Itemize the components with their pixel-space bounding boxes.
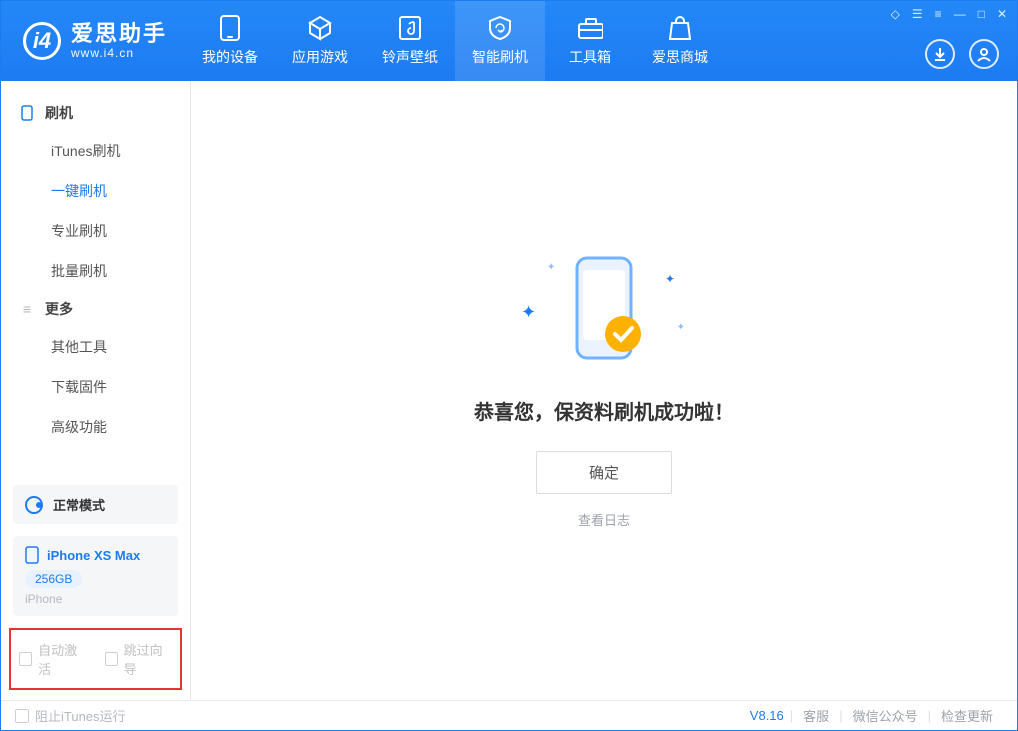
- footer-link-update[interactable]: 检查更新: [931, 706, 1003, 725]
- main-panel: ✦ ✦ ✦ ✦ 恭喜您，保资料刷机成功啦！ 确定 查看日志: [191, 81, 1017, 700]
- footer-link-wechat[interactable]: 微信公众号: [843, 706, 928, 725]
- view-log-link[interactable]: 查看日志: [578, 510, 630, 529]
- device-name-label: iPhone XS Max: [47, 548, 140, 563]
- bag-icon: [667, 15, 693, 41]
- app-url: www.i4.cn: [71, 46, 167, 60]
- tshirt-icon[interactable]: ◇: [891, 7, 900, 21]
- sidebar: 刷机 iTunes刷机 一键刷机 专业刷机 批量刷机 ≡ 更多 其他工具 下载固…: [1, 81, 191, 700]
- tab-smart-flash[interactable]: 智能刷机: [455, 1, 545, 81]
- shield-refresh-icon: [487, 15, 513, 41]
- app-header: i4 爱思助手 www.i4.cn 我的设备 应用游戏 铃声壁纸 智能刷机 工具…: [1, 1, 1017, 81]
- user-button[interactable]: [969, 39, 999, 69]
- success-illustration: ✦ ✦ ✦ ✦: [529, 252, 679, 372]
- music-icon: [397, 15, 423, 41]
- tab-toolbox[interactable]: 工具箱: [545, 1, 635, 81]
- footer-link-support[interactable]: 客服: [793, 706, 839, 725]
- menu-icon[interactable]: ≡: [935, 7, 942, 21]
- device-phone-icon: [25, 546, 39, 564]
- phone-icon: [217, 15, 243, 41]
- minimize-button[interactable]: —: [954, 7, 966, 21]
- sidebar-item-other-tools[interactable]: 其他工具: [1, 327, 190, 367]
- list-icon[interactable]: ☰: [912, 7, 923, 21]
- tab-store[interactable]: 爱思商城: [635, 1, 725, 81]
- toolbox-icon: [577, 15, 603, 41]
- sidebar-item-batch-flash[interactable]: 批量刷机: [1, 251, 190, 291]
- sidebar-item-download-firmware[interactable]: 下载固件: [1, 367, 190, 407]
- success-message: 恭喜您，保资料刷机成功啦！: [474, 396, 734, 425]
- checkbox-block-itunes[interactable]: [15, 709, 29, 723]
- section-more[interactable]: ≡ 更多: [1, 291, 190, 327]
- tab-apps-games[interactable]: 应用游戏: [275, 1, 365, 81]
- phone-small-icon: [19, 105, 35, 121]
- window-controls: ◇ ☰ ≡ — □ ✕: [891, 7, 1007, 21]
- block-itunes-label: 阻止iTunes运行: [35, 706, 126, 725]
- maximize-button[interactable]: □: [978, 7, 985, 21]
- logo: i4 爱思助手 www.i4.cn: [1, 1, 185, 81]
- device-type: iPhone: [25, 592, 166, 606]
- highlighted-options: 自动激活 跳过向导: [9, 628, 182, 690]
- sidebar-item-advanced[interactable]: 高级功能: [1, 407, 190, 447]
- status-bar: 阻止iTunes运行 V8.16 | 客服 | 微信公众号 | 检查更新: [1, 700, 1017, 730]
- tab-my-device[interactable]: 我的设备: [185, 1, 275, 81]
- checkbox-skip-wizard[interactable]: 跳过向导: [105, 640, 173, 678]
- more-icon: ≡: [19, 301, 35, 317]
- device-capacity: 256GB: [25, 570, 82, 588]
- checkbox-icon: [19, 652, 32, 666]
- sidebar-item-itunes-flash[interactable]: iTunes刷机: [1, 131, 190, 171]
- device-card[interactable]: iPhone XS Max 256GB iPhone: [13, 536, 178, 616]
- download-button[interactable]: [925, 39, 955, 69]
- ok-button[interactable]: 确定: [536, 451, 672, 494]
- sidebar-item-oneclick-flash[interactable]: 一键刷机: [1, 171, 190, 211]
- app-name: 爱思助手: [71, 22, 167, 46]
- version-label: V8.16: [750, 708, 790, 723]
- checkbox-icon: [105, 652, 118, 666]
- cube-icon: [307, 15, 333, 41]
- header-tabs: 我的设备 应用游戏 铃声壁纸 智能刷机 工具箱 爱思商城: [185, 1, 725, 81]
- mode-dot-icon: [25, 496, 43, 514]
- tab-ringtones[interactable]: 铃声壁纸: [365, 1, 455, 81]
- close-button[interactable]: ✕: [997, 7, 1007, 21]
- section-flash[interactable]: 刷机: [1, 95, 190, 131]
- sidebar-item-pro-flash[interactable]: 专业刷机: [1, 211, 190, 251]
- device-mode-card[interactable]: 正常模式: [13, 485, 178, 524]
- mode-label: 正常模式: [53, 495, 105, 514]
- checkbox-auto-activate[interactable]: 自动激活: [19, 640, 87, 678]
- logo-icon: i4: [23, 22, 61, 60]
